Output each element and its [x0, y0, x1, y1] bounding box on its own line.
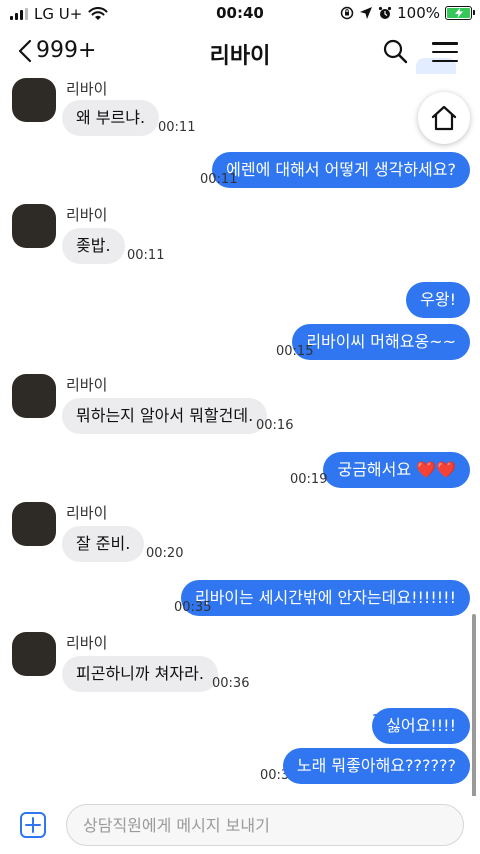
message-time: 00:16 [256, 418, 294, 433]
back-chevron-icon [18, 39, 32, 62]
home-icon [431, 105, 457, 131]
outgoing-bubble[interactable]: 싫어요!!!! [372, 708, 470, 744]
input-bar [0, 796, 480, 854]
sender-name: 리바이 [66, 504, 108, 522]
alarm-icon [379, 6, 392, 19]
incoming-bubble[interactable]: 피곤하니까 쳐자라. [62, 656, 218, 692]
sender-name: 리바이 [66, 376, 108, 394]
message-time: 00:20 [146, 546, 184, 561]
outgoing-bubble[interactable]: 에렌에 대해서 어떻게 생각하세요? [212, 152, 470, 188]
message-time: 00:19 [290, 472, 328, 487]
incoming-bubble[interactable]: 뭐하는지 알아서 뭐할건데. [62, 398, 268, 434]
message-time: 00:11 [200, 172, 238, 187]
carrier-label: LG U+ [34, 5, 83, 23]
status-bar: LG U+ 00:40 100% [0, 0, 480, 28]
sender-name: 리바이 [66, 634, 108, 652]
outgoing-bubble[interactable]: 우왕! [406, 282, 470, 318]
message-list[interactable]: 왜 부르냐. 00:11 에렌에 대해서 어떻게 생각하세요? 00:11 리바… [0, 78, 480, 854]
message-time: 00:11 [127, 248, 165, 263]
message-time: 00:11 [158, 120, 196, 135]
outgoing-bubble[interactable]: 리바이씨 머해요옹~~ [292, 324, 470, 360]
wifi-icon [88, 7, 108, 20]
avatar[interactable] [12, 502, 56, 546]
message-time: 00:36 [212, 676, 250, 691]
message-time: 00:15 [276, 344, 314, 359]
back-count: 999+ [36, 38, 97, 63]
avatar[interactable] [12, 374, 56, 418]
avatar[interactable] [12, 204, 56, 248]
home-button[interactable] [418, 92, 470, 144]
menu-icon[interactable] [432, 42, 458, 62]
incoming-bubble[interactable]: 왜 부르냐. [62, 100, 160, 136]
sender-name: 리바이 [66, 80, 108, 98]
battery-percent: 100% [397, 4, 440, 22]
avatar[interactable] [12, 632, 56, 676]
location-icon [360, 7, 373, 19]
orientation-lock-icon [340, 6, 354, 20]
outgoing-bubble[interactable]: 궁금해서요 ❤️❤️ [323, 452, 470, 488]
incoming-bubble[interactable]: 잘 준비. [62, 526, 145, 562]
outgoing-bubble[interactable]: 노래 뭐좋아해요?????? [282, 748, 470, 784]
status-right: 100% [340, 4, 475, 22]
status-left: LG U+ [10, 5, 108, 23]
avatar[interactable] [12, 78, 56, 122]
attach-button[interactable] [20, 812, 46, 838]
incoming-bubble[interactable]: 좆밥. [62, 228, 125, 264]
message-time: 00:35 [174, 600, 212, 615]
sender-name: 리바이 [66, 206, 108, 224]
back-button[interactable]: 999+ [18, 38, 96, 63]
search-icon[interactable] [382, 38, 408, 66]
plus-icon [25, 817, 41, 833]
outgoing-bubble[interactable]: 리바이는 세시간밖에 안자는데요!!!!!!! [180, 580, 470, 616]
message-input[interactable] [66, 804, 464, 846]
signal-icon [10, 8, 28, 20]
chat-header: 999+ 리바이 [0, 28, 480, 78]
battery-icon [445, 6, 475, 20]
